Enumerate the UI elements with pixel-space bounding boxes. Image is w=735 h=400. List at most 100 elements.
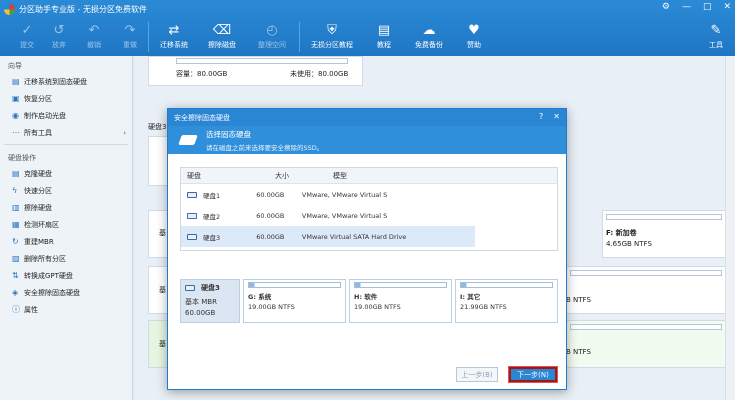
toolbar: ✓ 提交 ↺ 放弃 ↶ 撤销 ↷ 重做 ⇄ 迁移系统 ⌫ 擦除磁盘 ◴ 整理空间: [0, 18, 735, 56]
rebuild-icon: ↻: [12, 237, 19, 246]
heart-icon: ♥: [468, 23, 480, 38]
sidebar-item-rebuild-mbr[interactable]: ↻ 重建MBR: [0, 233, 132, 250]
header-subtitle: 请在磁盘之前来选择要安全擦除的SSD。: [206, 143, 324, 152]
tools-button[interactable]: ✎ 工具: [701, 18, 731, 56]
close-icon[interactable]: ✕: [553, 112, 560, 121]
help-icon[interactable]: ?: [539, 112, 543, 121]
info-icon: ⓘ: [12, 305, 20, 314]
space-icon: ◴: [266, 23, 278, 38]
convert-icon: ⇅: [12, 271, 19, 280]
app-title: 分区助手专业版 - 无损分区免费软件: [19, 4, 147, 14]
disk-table: 硬盘 大小 模型 硬盘1 60.00GB VMware, VMware Virt…: [180, 167, 558, 251]
organize-space-button[interactable]: ◴ 整理空间: [245, 18, 299, 56]
table-row-selected[interactable]: 硬盘3 60.00GB VMware Virtual SATA Hard Dri…: [181, 226, 475, 247]
sidebar-item-bad-sector[interactable]: ▦ 检测坏扇区: [0, 216, 132, 233]
dialog-title: 安全擦除固态硬盘: [174, 113, 230, 122]
column-size: 大小: [275, 171, 289, 180]
dialog-header: 选择固态硬盘 请在磁盘之前来选择要安全擦除的SSD。: [168, 126, 566, 154]
lossless-tutorial-button[interactable]: ⛨ 无损分区教程: [300, 18, 364, 56]
disk-icon: [187, 233, 197, 240]
migrate-icon: ▤: [12, 77, 20, 86]
sponsor-button[interactable]: ♥ 赞助: [454, 18, 494, 56]
sidebar-item-wipe-disk[interactable]: ▥ 擦除硬盘: [0, 199, 132, 216]
partition-fs: B NTFS: [566, 296, 591, 304]
wipe-disk-button[interactable]: ⌫ 擦除磁盘: [199, 18, 245, 56]
eraser-icon: [178, 135, 198, 145]
sidebar-item-clone-disk[interactable]: ▤ 克隆硬盘: [0, 165, 132, 182]
unused-text: 未使用：80.00GB: [290, 70, 349, 78]
free-backup-button[interactable]: ☁ 免费备份: [404, 18, 454, 56]
table-header: 硬盘 大小 模型: [181, 168, 557, 184]
sidebar-item-properties[interactable]: ⓘ 属性: [0, 301, 132, 318]
sidebar-item-recover-partition[interactable]: ▣ 恢复分区: [0, 90, 132, 107]
redo-button[interactable]: ↷ 重做: [112, 18, 148, 56]
recover-icon: ▣: [12, 94, 20, 103]
scan-icon: ▦: [12, 220, 20, 229]
usage-bar: [460, 282, 553, 288]
close-button[interactable]: ✕: [723, 2, 731, 12]
check-icon: ✓: [21, 23, 33, 38]
migrate-os-button[interactable]: ⇄ 迁移系统: [149, 18, 199, 56]
clone-icon: ▤: [12, 169, 20, 178]
trash-icon: ▨: [12, 254, 20, 263]
partition-g[interactable]: G: 系统 19.00GB NTFS: [243, 279, 346, 323]
usage-bar: [570, 324, 722, 330]
ssd-icon: ◈: [12, 288, 19, 297]
header-title: 选择固态硬盘: [206, 129, 251, 139]
undo-button[interactable]: ↶ 撤销: [76, 18, 112, 56]
shield-icon: ⛨: [327, 23, 337, 38]
sidebar-item-boot-disc[interactable]: ◉ 制作启动光盘: [0, 107, 132, 124]
disk-map: 硬盘3 基本 MBR 60.00GB G: 系统 19.00GB NTFS H:…: [180, 279, 558, 323]
discard-icon: ↺: [53, 23, 65, 38]
title-bar: 分区助手专业版 - 无损分区免费软件: [0, 0, 735, 18]
dialog-title-bar: 安全擦除固态硬盘 ? ✕: [168, 109, 566, 126]
eraser-icon: ⌫: [212, 23, 232, 38]
usage-bar: [248, 282, 341, 288]
sidebar-item-migrate-ssd[interactable]: ▤ 迁移系统到固态硬盘: [0, 73, 132, 90]
scrollbar[interactable]: [725, 56, 735, 400]
column-model: 模型: [333, 171, 347, 180]
maximize-button[interactable]: □: [703, 2, 712, 12]
discard-button[interactable]: ↺ 放弃: [42, 18, 76, 56]
book-icon: ▤: [377, 23, 391, 38]
sidebar-item-all-tools[interactable]: ⋯ 所有工具 ›: [0, 124, 132, 141]
cloud-icon: ☁: [422, 23, 436, 38]
sidebar-item-quick-partition[interactable]: ϟ 快速分区: [0, 182, 132, 199]
table-row[interactable]: 硬盘1 60.00GB VMware, VMware Virtual S: [181, 184, 475, 205]
undo-icon: ↶: [88, 23, 100, 38]
partition-i[interactable]: I: 其它 21.99GB NTFS: [455, 279, 558, 323]
partition-h[interactable]: H: 软件 19.00GB NTFS: [349, 279, 452, 323]
tutorial-button[interactable]: ▤ 教程: [364, 18, 404, 56]
dots-icon: ⋯: [12, 128, 20, 137]
wipe-icon: ▥: [12, 203, 20, 212]
sidebar-item-convert-gpt[interactable]: ⇅ 转换成GPT硬盘: [0, 267, 132, 284]
table-row[interactable]: 硬盘2 60.00GB VMware, VMware Virtual S: [181, 205, 475, 226]
sidebar-item-secure-erase-ssd[interactable]: ◈ 安全擦除固态硬盘: [0, 284, 132, 301]
usage-bar: [354, 282, 447, 288]
disc-icon: ◉: [12, 111, 19, 120]
partition-fs: B NTFS: [566, 348, 591, 356]
disk-icon: [187, 212, 197, 219]
disk3-label: 硬盘3: [148, 123, 167, 131]
disk-map-info: 硬盘3 基本 MBR 60.00GB: [180, 279, 240, 323]
migrate-icon: ⇄: [168, 23, 180, 38]
minimize-button[interactable]: —: [682, 2, 691, 12]
title-toolbar-area: 分区助手专业版 - 无损分区免费软件 ⚙ — □ ✕ ✓ 提交 ↺ 放弃 ↶ 撤…: [0, 0, 735, 56]
window-controls: ⚙ — □ ✕: [662, 2, 731, 12]
usage-bar: [606, 214, 722, 220]
wrench-icon: ✎: [710, 23, 722, 38]
lightning-icon: ϟ: [12, 186, 18, 195]
capacity-text: 容量：80.00GB: [176, 70, 228, 78]
new-volume-label: F: 新加卷: [606, 229, 637, 237]
next-button[interactable]: 下一步(N): [509, 367, 557, 382]
dialog-controls: ? ✕: [539, 112, 560, 121]
prev-button[interactable]: 上一步(B): [456, 367, 498, 382]
commit-button[interactable]: ✓ 提交: [12, 18, 42, 56]
disk-icon: [187, 191, 197, 198]
usage-bar: [570, 270, 722, 276]
sidebar-divider: [4, 144, 128, 145]
app-logo-icon: [4, 3, 15, 15]
sidebar-item-delete-all[interactable]: ▨ 删除所有分区: [0, 250, 132, 267]
settings-icon[interactable]: ⚙: [662, 2, 670, 12]
usage-bar: [176, 58, 348, 64]
